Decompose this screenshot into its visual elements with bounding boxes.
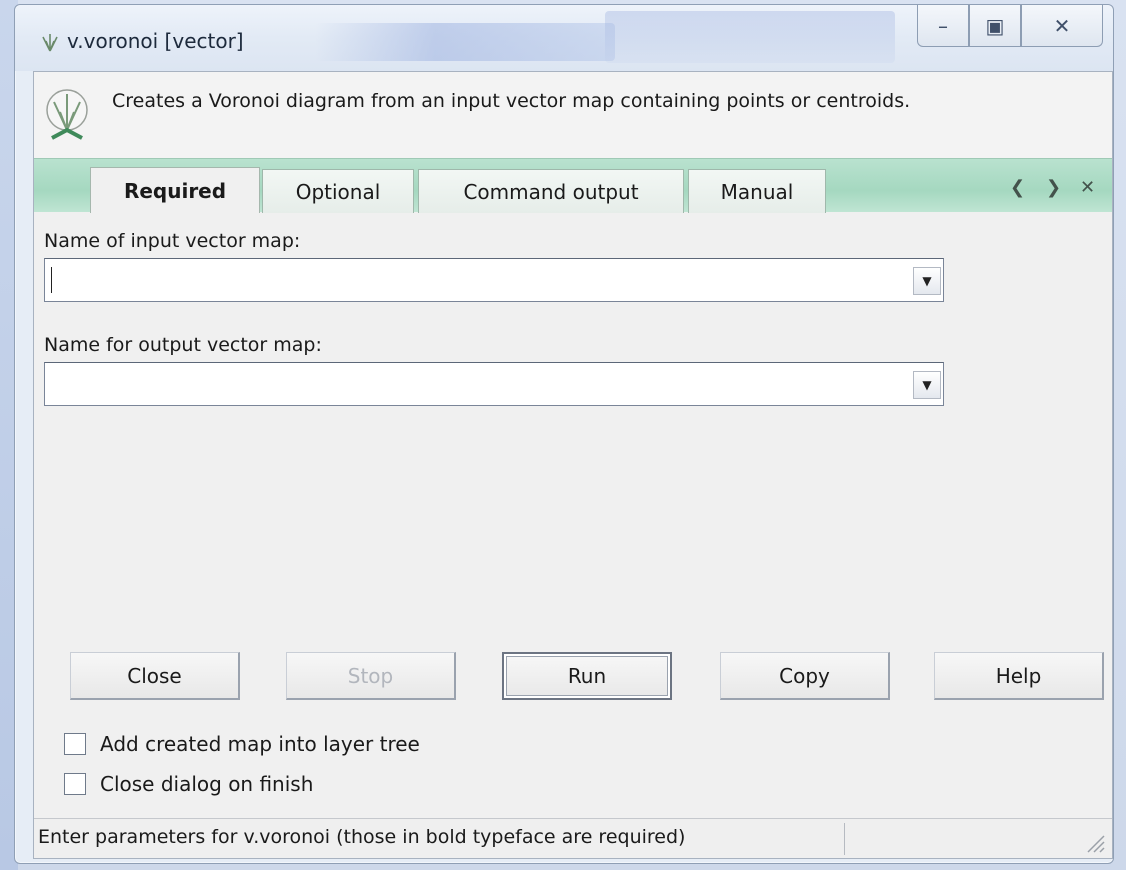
title-glass-2 <box>605 11 895 63</box>
input-map-label: Name of input vector map: <box>44 230 301 252</box>
input-map-combo[interactable]: ▼ <box>44 258 944 302</box>
checkbox-label: Close dialog on finish <box>100 772 314 796</box>
text-caret <box>51 267 52 293</box>
tab-label: Manual <box>720 179 794 204</box>
tab-scroll-right-icon[interactable]: ❯ <box>1046 177 1061 198</box>
dialog-body: Creates a Voronoi diagram from an input … <box>33 71 1113 859</box>
tab-required[interactable]: Required <box>90 167 260 213</box>
output-map-label: Name for output vector map: <box>44 334 322 356</box>
minimize-button[interactable]: – <box>917 5 969 47</box>
status-text: Enter parameters for v.voronoi (those in… <box>38 826 686 848</box>
close-icon: ✕ <box>1053 13 1071 38</box>
maximize-button[interactable]: ▣ <box>969 5 1021 47</box>
title-bar[interactable]: v.voronoi [vector] – ▣ ✕ <box>15 5 1113 71</box>
tab-label: Command output <box>463 179 639 204</box>
tab-command-output[interactable]: Command output <box>418 169 684 213</box>
grass-app-icon <box>42 34 58 52</box>
status-divider <box>844 823 845 855</box>
status-bar: Enter parameters for v.voronoi (those in… <box>34 818 1112 858</box>
close-on-finish-checkbox[interactable] <box>64 773 86 795</box>
output-map-dropdown-button[interactable]: ▼ <box>913 371 941 399</box>
minimize-icon: – <box>938 13 948 38</box>
title-glass <box>315 23 615 61</box>
stop-button[interactable]: Stop <box>286 652 456 700</box>
tab-close-icon[interactable]: ✕ <box>1080 177 1095 198</box>
tab-optional[interactable]: Optional <box>262 169 414 213</box>
chevron-down-icon: ▼ <box>922 378 932 392</box>
output-map-combo[interactable]: ▼ <box>44 362 944 406</box>
module-description: Creates a Voronoi diagram from an input … <box>112 90 911 112</box>
help-button[interactable]: Help <box>934 652 1104 700</box>
add-to-layer-tree-option[interactable]: Add created map into layer tree <box>64 732 420 756</box>
tab-label: Optional <box>295 179 381 204</box>
tab-strip: Required Optional Command output Manual … <box>34 158 1112 213</box>
window-controls: – ▣ ✕ <box>917 5 1103 47</box>
copy-button[interactable]: Copy <box>720 652 890 700</box>
run-button[interactable]: Run <box>502 652 672 700</box>
maximize-icon: ▣ <box>985 13 1005 38</box>
input-map-field[interactable] <box>45 259 905 301</box>
chevron-down-icon: ▼ <box>922 274 932 288</box>
grass-logo-icon <box>46 89 88 140</box>
description-row: Creates a Voronoi diagram from an input … <box>34 72 1112 158</box>
checkbox-label: Add created map into layer tree <box>100 732 420 756</box>
dialog-window: v.voronoi [vector] – ▣ ✕ Creates a Voron… <box>14 4 1114 864</box>
close-button[interactable]: Close <box>70 652 240 700</box>
close-window-button[interactable]: ✕ <box>1021 5 1103 47</box>
input-map-dropdown-button[interactable]: ▼ <box>913 267 941 295</box>
close-on-finish-option[interactable]: Close dialog on finish <box>64 772 313 796</box>
tab-label: Required <box>123 178 227 203</box>
output-map-field[interactable] <box>45 363 905 405</box>
window-title: v.voronoi [vector] <box>67 29 244 53</box>
tab-scroll-left-icon[interactable]: ❮ <box>1010 177 1025 198</box>
add-to-layer-tree-checkbox[interactable] <box>64 733 86 755</box>
tab-manual[interactable]: Manual <box>688 169 826 213</box>
resize-grip-icon[interactable] <box>1082 830 1106 854</box>
